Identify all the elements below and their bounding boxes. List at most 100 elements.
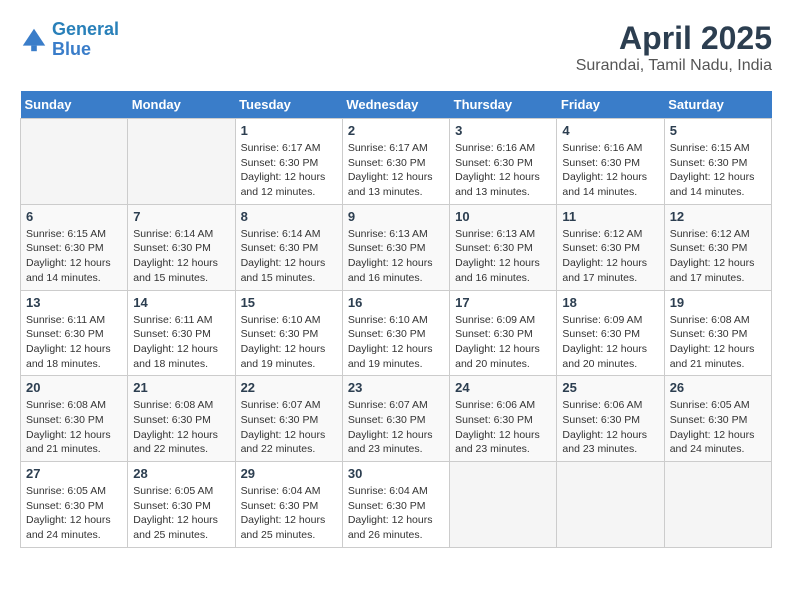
day-info: Sunrise: 6:04 AM Sunset: 6:30 PM Dayligh… <box>348 484 444 543</box>
calendar-cell: 12 Sunrise: 6:12 AM Sunset: 6:30 PM Dayli… <box>664 204 771 290</box>
weekday-header: Saturday <box>664 91 771 119</box>
day-number: 7 <box>133 209 229 224</box>
day-info: Sunrise: 6:06 AM Sunset: 6:30 PM Dayligh… <box>562 398 658 457</box>
calendar-cell: 27 Sunrise: 6:05 AM Sunset: 6:30 PM Dayli… <box>21 462 128 548</box>
day-info: Sunrise: 6:08 AM Sunset: 6:30 PM Dayligh… <box>26 398 122 457</box>
logo-text: General Blue <box>52 20 119 60</box>
calendar-cell: 20 Sunrise: 6:08 AM Sunset: 6:30 PM Dayli… <box>21 376 128 462</box>
day-number: 12 <box>670 209 766 224</box>
calendar-week: 13Sunrise: 6:11 AM Sunset: 6:30 PM Dayli… <box>21 290 772 376</box>
day-number: 15 <box>241 295 337 310</box>
day-info: Sunrise: 6:13 AM Sunset: 6:30 PM Dayligh… <box>348 227 444 286</box>
day-number: 2 <box>348 123 444 138</box>
calendar-cell: 1 Sunrise: 6:17 AM Sunset: 6:30 PM Daylig… <box>235 119 342 205</box>
calendar-cell: 22 Sunrise: 6:07 AM Sunset: 6:30 PM Dayli… <box>235 376 342 462</box>
day-info: Sunrise: 6:12 AM Sunset: 6:30 PM Dayligh… <box>562 227 658 286</box>
calendar-cell: 19Sunrise: 6:08 AM Sunset: 6:30 PM Dayli… <box>664 290 771 376</box>
day-info: Sunrise: 6:10 AM Sunset: 6:30 PM Dayligh… <box>241 313 337 372</box>
calendar-header: SundayMondayTuesdayWednesdayThursdayFrid… <box>21 91 772 119</box>
calendar-cell: 16Sunrise: 6:10 AM Sunset: 6:30 PM Dayli… <box>342 290 449 376</box>
day-info: Sunrise: 6:17 AM Sunset: 6:30 PM Dayligh… <box>348 141 444 200</box>
day-number: 27 <box>26 466 122 481</box>
day-number: 22 <box>241 380 337 395</box>
day-number: 26 <box>670 380 766 395</box>
day-info: Sunrise: 6:17 AM Sunset: 6:30 PM Dayligh… <box>241 141 337 200</box>
calendar-cell: 10 Sunrise: 6:13 AM Sunset: 6:30 PM Dayli… <box>450 204 557 290</box>
calendar-week: 1 Sunrise: 6:17 AM Sunset: 6:30 PM Daylig… <box>21 119 772 205</box>
day-number: 23 <box>348 380 444 395</box>
day-number: 3 <box>455 123 551 138</box>
calendar-cell: 18 Sunrise: 6:09 AM Sunset: 6:30 PM Dayli… <box>557 290 664 376</box>
day-info: Sunrise: 6:04 AM Sunset: 6:30 PM Dayligh… <box>241 484 337 543</box>
calendar-cell <box>450 462 557 548</box>
page-header: General Blue April 2025 Surandai, Tamil … <box>20 20 772 75</box>
day-info: Sunrise: 6:09 AM Sunset: 6:30 PM Dayligh… <box>455 313 551 372</box>
calendar-cell: 5Sunrise: 6:15 AM Sunset: 6:30 PM Daylig… <box>664 119 771 205</box>
day-number: 14 <box>133 295 229 310</box>
calendar-cell: 21Sunrise: 6:08 AM Sunset: 6:30 PM Dayli… <box>128 376 235 462</box>
day-info: Sunrise: 6:06 AM Sunset: 6:30 PM Dayligh… <box>455 398 551 457</box>
weekday-header: Thursday <box>450 91 557 119</box>
weekday-header: Wednesday <box>342 91 449 119</box>
day-info: Sunrise: 6:13 AM Sunset: 6:30 PM Dayligh… <box>455 227 551 286</box>
day-number: 8 <box>241 209 337 224</box>
day-info: Sunrise: 6:14 AM Sunset: 6:30 PM Dayligh… <box>133 227 229 286</box>
day-info: Sunrise: 6:05 AM Sunset: 6:30 PM Dayligh… <box>26 484 122 543</box>
day-info: Sunrise: 6:11 AM Sunset: 6:30 PM Dayligh… <box>26 313 122 372</box>
day-info: Sunrise: 6:05 AM Sunset: 6:30 PM Dayligh… <box>670 398 766 457</box>
calendar-cell: 24 Sunrise: 6:06 AM Sunset: 6:30 PM Dayli… <box>450 376 557 462</box>
calendar-cell: 25Sunrise: 6:06 AM Sunset: 6:30 PM Dayli… <box>557 376 664 462</box>
calendar-cell <box>21 119 128 205</box>
day-number: 5 <box>670 123 766 138</box>
calendar-week: 27 Sunrise: 6:05 AM Sunset: 6:30 PM Dayli… <box>21 462 772 548</box>
day-info: Sunrise: 6:10 AM Sunset: 6:30 PM Dayligh… <box>348 313 444 372</box>
calendar-cell: 30 Sunrise: 6:04 AM Sunset: 6:30 PM Dayli… <box>342 462 449 548</box>
day-info: Sunrise: 6:11 AM Sunset: 6:30 PM Dayligh… <box>133 313 229 372</box>
calendar-cell: 14 Sunrise: 6:11 AM Sunset: 6:30 PM Dayli… <box>128 290 235 376</box>
calendar-cell: 29Sunrise: 6:04 AM Sunset: 6:30 PM Dayli… <box>235 462 342 548</box>
day-number: 18 <box>562 295 658 310</box>
day-info: Sunrise: 6:07 AM Sunset: 6:30 PM Dayligh… <box>348 398 444 457</box>
day-number: 28 <box>133 466 229 481</box>
calendar-week: 6 Sunrise: 6:15 AM Sunset: 6:30 PM Daylig… <box>21 204 772 290</box>
calendar-cell: 2 Sunrise: 6:17 AM Sunset: 6:30 PM Daylig… <box>342 119 449 205</box>
calendar-cell: 7 Sunrise: 6:14 AM Sunset: 6:30 PM Daylig… <box>128 204 235 290</box>
title-block: April 2025 Surandai, Tamil Nadu, India <box>576 20 772 75</box>
calendar-table: SundayMondayTuesdayWednesdayThursdayFrid… <box>20 91 772 548</box>
weekday-header: Sunday <box>21 91 128 119</box>
subtitle: Surandai, Tamil Nadu, India <box>576 57 772 75</box>
calendar-cell: 6 Sunrise: 6:15 AM Sunset: 6:30 PM Daylig… <box>21 204 128 290</box>
logo-line2: Blue <box>52 39 91 59</box>
weekday-header: Monday <box>128 91 235 119</box>
calendar-cell <box>128 119 235 205</box>
calendar-cell: 9 Sunrise: 6:13 AM Sunset: 6:30 PM Daylig… <box>342 204 449 290</box>
calendar-cell <box>557 462 664 548</box>
day-number: 6 <box>26 209 122 224</box>
calendar-cell: 26 Sunrise: 6:05 AM Sunset: 6:30 PM Dayli… <box>664 376 771 462</box>
calendar-cell: 23 Sunrise: 6:07 AM Sunset: 6:30 PM Dayli… <box>342 376 449 462</box>
day-info: Sunrise: 6:16 AM Sunset: 6:30 PM Dayligh… <box>562 141 658 200</box>
day-number: 17 <box>455 295 551 310</box>
day-info: Sunrise: 6:14 AM Sunset: 6:30 PM Dayligh… <box>241 227 337 286</box>
day-number: 9 <box>348 209 444 224</box>
calendar-cell: 4Sunrise: 6:16 AM Sunset: 6:30 PM Daylig… <box>557 119 664 205</box>
weekday-header: Friday <box>557 91 664 119</box>
day-info: Sunrise: 6:05 AM Sunset: 6:30 PM Dayligh… <box>133 484 229 543</box>
day-number: 30 <box>348 466 444 481</box>
calendar-cell: 11 Sunrise: 6:12 AM Sunset: 6:30 PM Dayli… <box>557 204 664 290</box>
day-info: Sunrise: 6:16 AM Sunset: 6:30 PM Dayligh… <box>455 141 551 200</box>
day-info: Sunrise: 6:15 AM Sunset: 6:30 PM Dayligh… <box>26 227 122 286</box>
day-info: Sunrise: 6:09 AM Sunset: 6:30 PM Dayligh… <box>562 313 658 372</box>
day-info: Sunrise: 6:08 AM Sunset: 6:30 PM Dayligh… <box>670 313 766 372</box>
calendar-cell: 15 Sunrise: 6:10 AM Sunset: 6:30 PM Dayli… <box>235 290 342 376</box>
day-info: Sunrise: 6:12 AM Sunset: 6:30 PM Dayligh… <box>670 227 766 286</box>
day-number: 24 <box>455 380 551 395</box>
day-number: 20 <box>26 380 122 395</box>
logo-icon <box>20 26 48 54</box>
day-number: 11 <box>562 209 658 224</box>
day-number: 10 <box>455 209 551 224</box>
day-number: 1 <box>241 123 337 138</box>
main-title: April 2025 <box>576 20 772 57</box>
day-info: Sunrise: 6:07 AM Sunset: 6:30 PM Dayligh… <box>241 398 337 457</box>
day-number: 21 <box>133 380 229 395</box>
